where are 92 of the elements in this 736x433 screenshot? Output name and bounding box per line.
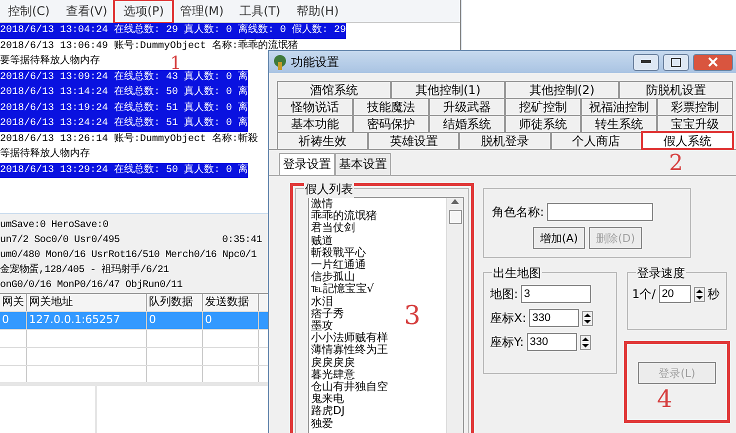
table-cell: 0: [147, 312, 203, 329]
field-label: 角色名称:: [492, 204, 544, 220]
callout-number: 4: [657, 386, 672, 412]
scroll-thumb[interactable]: [448, 210, 462, 224]
table-cell: 0: [0, 312, 27, 329]
field-label: 座标Y:: [490, 334, 524, 350]
tab[interactable]: 基本功能: [277, 115, 353, 132]
tab[interactable]: 挖矿控制: [505, 98, 581, 115]
tab[interactable]: 密码保护: [353, 115, 429, 132]
list-item[interactable]: 小小法师贼有样: [311, 332, 388, 344]
list-item[interactable]: 薄情寡性终为王: [311, 344, 388, 357]
tab[interactable]: 脱机登录: [459, 132, 551, 149]
menu-item[interactable]: 选项(P): [115, 0, 172, 22]
list-item[interactable]: 水泪: [311, 296, 333, 308]
tab[interactable]: 个人商店: [550, 132, 642, 149]
tab[interactable]: 宝宝升级: [657, 115, 733, 132]
list-item[interactable]: 斬殺戰平心: [311, 246, 366, 260]
menu-item[interactable]: 管理(M): [172, 0, 232, 22]
list-item[interactable]: 墨攻: [311, 320, 333, 332]
minimize-icon: [641, 60, 651, 64]
list-item[interactable]: 仓山有井独自空: [311, 381, 388, 394]
sub-tab[interactable]: 基本设置: [335, 153, 391, 175]
list-item[interactable]: 信步孤山: [311, 271, 355, 284]
scroll-up-icon[interactable]: [451, 198, 459, 204]
number-field[interactable]: 3: [521, 285, 592, 303]
spin-arrows-icon[interactable]: [580, 334, 591, 350]
tab[interactable]: 祈祷生效: [277, 132, 368, 149]
menu-item[interactable]: 工具(T): [232, 0, 288, 22]
maximize-button[interactable]: [663, 54, 689, 70]
list-item[interactable]: 激情: [311, 198, 333, 210]
menu-item[interactable]: 控制(C): [0, 0, 58, 22]
column-header[interactable]: 队列数据: [147, 294, 203, 311]
tab[interactable]: 转生系统: [581, 115, 657, 132]
tab[interactable]: 升级武器: [429, 98, 505, 115]
field-label: 1个/: [632, 286, 656, 302]
list-item[interactable]: 独爱: [311, 418, 333, 430]
tab[interactable]: 祝福油控制: [581, 98, 657, 115]
field-label: 座标X:: [490, 310, 526, 326]
tab[interactable]: 防脱机设置: [619, 81, 733, 98]
speed-field[interactable]: 20: [658, 285, 691, 303]
scrollbar[interactable]: [446, 198, 463, 433]
list-item[interactable]: 戾戾戾戾: [311, 356, 355, 369]
list-item[interactable]: 乖乖的流氓猪: [311, 210, 377, 222]
minimize-button[interactable]: [633, 54, 659, 70]
table-cell: 127.0.0.1:65257: [27, 312, 147, 329]
field-label: 秒: [708, 286, 720, 302]
list-item[interactable]: 君当仗剑: [311, 222, 355, 235]
status-text: 金宠物蛋,128/405 - 祖玛射手/6/21: [0, 263, 169, 278]
close-icon: [708, 57, 718, 67]
tab[interactable]: 英雄设置: [368, 132, 460, 149]
list-item[interactable]: 一片红通通: [311, 259, 366, 272]
callout-number: 3: [404, 301, 421, 331]
tab[interactable]: 结婚系统: [429, 115, 505, 132]
tab[interactable]: 其他控制(2): [505, 81, 619, 98]
tab[interactable]: 技能魔法: [353, 98, 429, 115]
list-item[interactable]: 路虎DJ: [311, 405, 345, 418]
field-label: 地图:: [490, 286, 518, 302]
list-item[interactable]: 痞子秀: [311, 308, 344, 320]
list-item[interactable]: ℡記憶宝宝√: [311, 283, 374, 296]
tab[interactable]: 其他控制(1): [391, 81, 505, 98]
tab[interactable]: 酒馆系统: [277, 81, 391, 98]
column-header[interactable]: 网关: [0, 294, 27, 311]
column-header[interactable]: 网关地址: [27, 294, 147, 311]
tab[interactable]: 师徒系统: [505, 115, 581, 132]
list-item[interactable]: 暮光肆意: [311, 368, 355, 382]
add-button[interactable]: 增加(A): [532, 227, 585, 249]
callout-number: 2: [669, 151, 683, 176]
role-name-field[interactable]: [547, 203, 654, 221]
menu-item[interactable]: 查看(V): [58, 0, 116, 22]
tab[interactable]: 假人系统: [642, 132, 734, 149]
number-field[interactable]: 330: [529, 309, 580, 327]
tab[interactable]: 怪物说话: [277, 98, 353, 115]
app-icon: [273, 54, 287, 70]
tab[interactable]: 彩票控制: [657, 98, 733, 115]
column-header[interactable]: 发送数据: [203, 294, 259, 311]
spin-arrows-icon[interactable]: [694, 286, 705, 302]
uptime-text: 0:35:41: [222, 234, 262, 248]
status-text: um0/480 Mon0/16 UsrRot16/510 Merch0/16 Npc0/1: [0, 248, 257, 263]
list-item[interactable]: 贼道: [311, 234, 333, 247]
status-text: umSave:0 HeroSave:0: [0, 219, 108, 233]
table-cell: 0: [203, 312, 259, 329]
close-button[interactable]: [693, 54, 733, 70]
menu-item[interactable]: 帮助(H): [288, 0, 347, 22]
number-field[interactable]: 330: [526, 333, 577, 351]
spin-arrows-icon[interactable]: [582, 310, 594, 326]
group-title: 假人列表: [304, 181, 354, 198]
dialog-title: 功能设置: [291, 54, 340, 70]
maximize-icon: [671, 58, 681, 66]
list-item[interactable]: 鬼来电: [311, 393, 344, 406]
sub-tab[interactable]: 登录设置: [279, 153, 335, 175]
status-text: un7/2 Soc0/0 Usr0/495: [0, 234, 120, 248]
status-text: onG0/0/16 MonP0/16/47 ObjRun0/11: [0, 278, 182, 293]
